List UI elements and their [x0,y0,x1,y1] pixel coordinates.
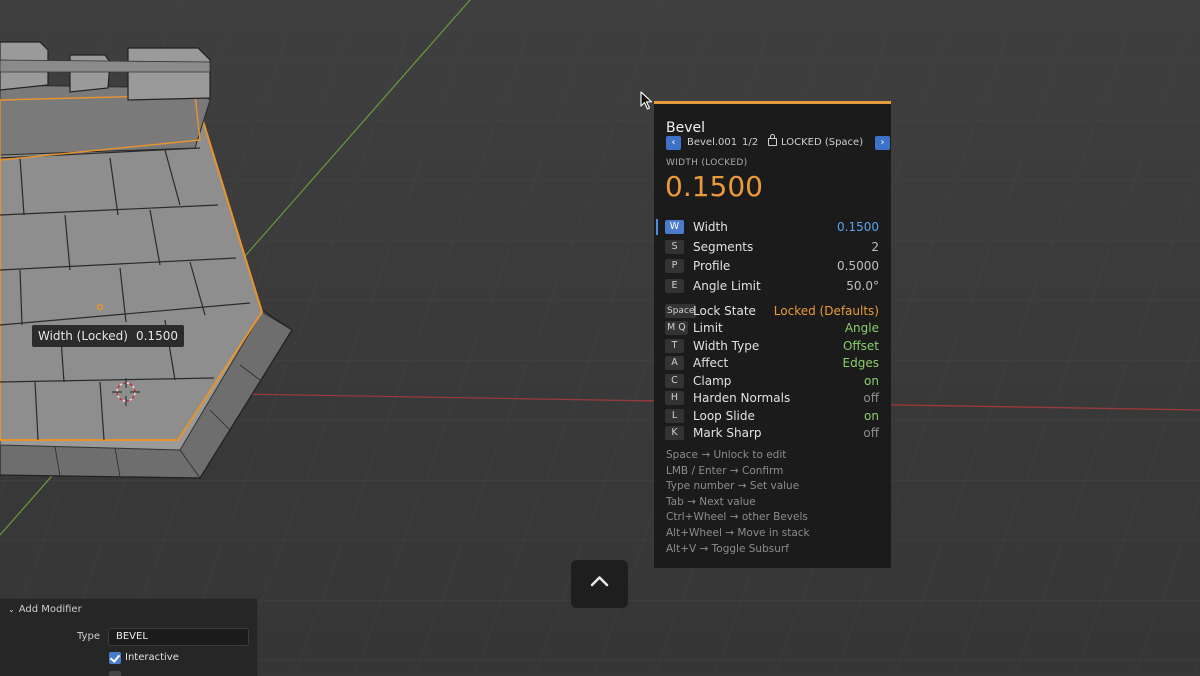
help-line: Alt+Wheel → Move in stack [666,527,810,539]
type-label: Type [77,631,100,642]
help-line: Ctrl+Wheel → other Bevels [666,511,808,523]
hotkey-badge: C [665,374,684,388]
option-value: Edges [842,356,879,370]
option-row-width-type[interactable]: T Width Type Offset [654,337,891,355]
option-row-loop-slide[interactable]: L Loop Slide on [654,407,891,425]
chevron-left-icon[interactable]: ‹ [666,136,681,150]
hotkey-badge: H [665,391,684,405]
option-label: Width Type [693,339,760,353]
lock-icon [768,134,777,146]
param-value: 0.1500 [837,220,879,234]
chevron-down-icon: ⌄ [8,605,15,614]
help-line: Space → Unlock to edit [666,449,787,461]
chevron-up-icon [590,576,609,587]
interactive-label: Interactive [125,652,179,663]
param-value: 0.5000 [837,259,879,273]
param-label: Angle Limit [693,279,761,293]
option-value: on [864,374,879,388]
hotkey-badge: L [665,409,684,423]
option-row-clamp[interactable]: C Clamp on [654,372,891,390]
active-marker [656,219,658,235]
option-value: off [863,391,879,405]
param-row-segments[interactable]: S Segments 2 [654,238,891,256]
modifier-name: Bevel.001 [687,137,738,148]
current-param-value: 0.1500 [665,170,763,203]
option-row-harden-normals[interactable]: H Harden Normals off [654,389,891,407]
option-label: Lock State [693,304,756,318]
modifier-nav: ‹ Bevel.001 1/2 LOCKED (Space) › [666,134,890,150]
type-field[interactable]: BEVEL [108,628,249,646]
hotkey-badge: S [665,240,684,254]
param-value: 50.0° [846,279,879,293]
param-label: Segments [693,240,754,254]
chevron-right-icon[interactable]: › [875,136,890,150]
overlay-label-value: 0.1500 [135,329,178,343]
viewport-value-overlay: Width (Locked) 0.1500 [32,325,184,347]
hotkey-badge: W [665,220,684,234]
param-row-width[interactable]: W Width 0.1500 [654,218,891,236]
hotkey-badge: T [665,339,684,353]
option-label: Limit [693,321,723,335]
help-line: Alt+V → Toggle Subsurf [666,543,789,555]
hotkey-badge: Space [665,304,697,318]
option-row-affect[interactable]: A Affect Edges [654,354,891,372]
bevel-operator-panel: Bevel ‹ Bevel.001 1/2 LOCKED (Space) › W… [654,101,891,568]
hotkey-badge: M Q [665,321,688,335]
param-label: Profile [693,259,731,273]
collapse-toggle-button[interactable] [571,560,628,608]
option-value: off [863,426,879,440]
option-label: Mark Sharp [693,426,762,440]
hotkey-badge: A [665,356,684,370]
next-checkbox-partial[interactable] [109,671,121,676]
current-param-label: WIDTH (LOCKED) [666,158,748,168]
add-modifier-panel: ⌄ Add Modifier Type BEVEL Interactive [0,598,258,676]
param-row-profile[interactable]: P Profile 0.5000 [654,257,891,275]
panel-title: Bevel [666,120,706,136]
option-label: Loop Slide [693,409,755,423]
option-value: Angle [844,321,879,335]
hotkey-badge: E [665,279,684,293]
help-line: Tab → Next value [666,496,756,508]
option-value: Locked (Defaults) [773,304,879,318]
param-value: 2 [871,240,879,254]
param-row-angle-limit[interactable]: E Angle Limit 50.0° [654,277,891,295]
option-label: Affect [693,356,729,370]
add-modifier-title: Add Modifier [18,604,82,615]
option-row-lock-state[interactable]: Space Lock State Locked (Defaults) [654,302,891,320]
overlay-label-name: Width (Locked) [38,329,128,343]
modifier-position: 1/2 [742,137,759,148]
lock-text: LOCKED (Space) [781,137,864,148]
hotkey-badge: P [665,259,684,273]
option-row-mark-sharp[interactable]: K Mark Sharp off [654,424,891,442]
help-line: LMB / Enter → Confirm [666,465,784,477]
option-label: Harden Normals [693,391,791,405]
option-row-limit[interactable]: M Q Limit Angle [654,319,891,337]
option-value: Offset [842,339,879,353]
help-line: Type number → Set value [666,480,800,492]
interactive-checkbox[interactable] [109,652,121,664]
option-label: Clamp [693,374,732,388]
option-value: on [864,409,879,423]
lock-status: LOCKED (Space) [768,134,864,150]
add-modifier-header[interactable]: ⌄ Add Modifier [8,604,82,615]
hotkey-badge: K [665,426,684,440]
mouse-pointer-icon [640,91,653,110]
param-label: Width [693,220,728,234]
